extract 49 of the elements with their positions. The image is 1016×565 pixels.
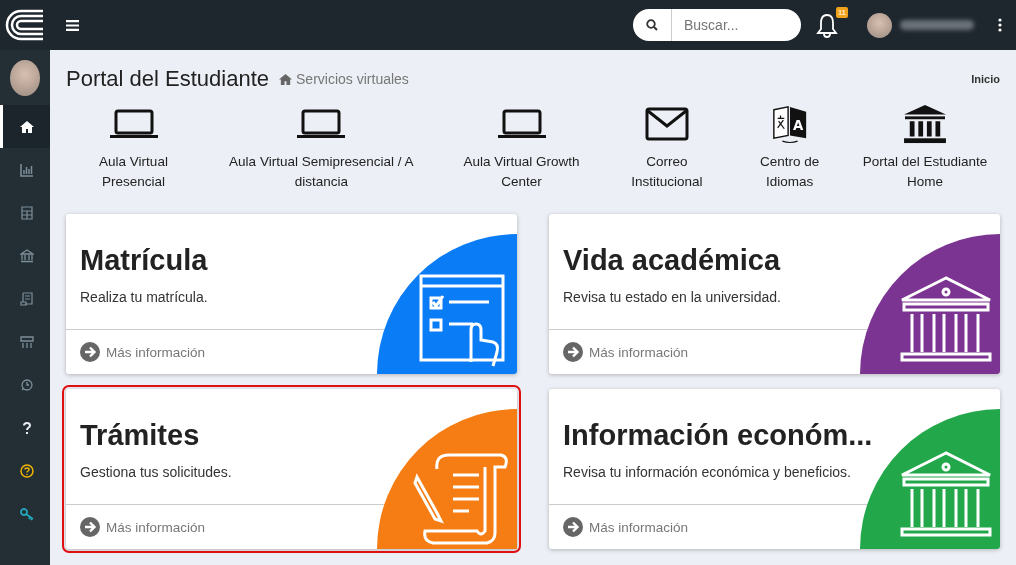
sidebar-home-item[interactable] [0,105,50,148]
user-avatar[interactable] [867,12,892,38]
card-title: Información económ... [563,419,874,452]
home-icon[interactable] [19,119,34,134]
more-info-link[interactable]: Más información [589,344,689,360]
arrow-circle-icon[interactable] [80,342,100,362]
user-avatar[interactable] [10,59,40,96]
search-field[interactable]: Buscar... [633,9,801,41]
notification-count: 11 [835,7,848,18]
help-icon[interactable] [19,463,34,478]
card-title: Matrícula [80,244,209,277]
arrow-circle-icon[interactable] [563,342,583,362]
card-title: Vida académica [563,244,782,277]
scroll-icon[interactable] [19,291,34,306]
chart-icon[interactable] [19,162,34,177]
translate-letter: A [792,117,803,133]
card-description: Realiza tu matrícula. [80,289,209,305]
card-description: Revisa tu información económica y beneficios. [563,464,852,480]
card-description: Revisa tu estado en la universidad. [563,289,782,305]
logo-icon[interactable] [5,8,45,42]
shortcut-label[interactable]: Centro de Idiomas [742,152,838,192]
bank-icon[interactable] [901,104,949,144]
shortcut-label[interactable]: Correo Institucional [614,152,720,192]
key-icon[interactable] [19,506,34,521]
more-info-link[interactable]: Más información [106,519,206,535]
arrow-circle-icon[interactable] [563,517,583,537]
breadcrumb: Servicios virtuales [296,71,409,87]
group-icon[interactable] [19,334,34,349]
shortcut-label[interactable]: Aula Virtual Semipresencial / A distancia [213,152,429,192]
card-description: Gestiona tus solicitudes. [80,464,233,480]
menu-icon[interactable] [66,19,79,31]
calendar-icon[interactable] [19,205,34,220]
shortcut-label[interactable]: Aula Virtual Growth Center [451,152,592,192]
home-icon [279,72,293,86]
search-icon[interactable] [646,19,658,31]
service-card[interactable]: Vida académica Revisa tu estado en la universidad. Más información [549,214,1000,374]
more-icon[interactable] [998,18,1002,32]
shortcut-label[interactable]: Portal del Estudiante Home [860,152,990,192]
home-link[interactable]: Inicio [971,73,1000,85]
arrow-circle-icon[interactable] [80,517,100,537]
shortcut-label[interactable]: Aula Virtual Presencial [76,152,191,192]
more-info-link[interactable]: Más información [589,519,689,535]
service-card[interactable]: Matrícula Realiza tu matrícula. Más información [66,214,517,374]
page-title: Portal del Estudiante [66,66,270,92]
more-info-link[interactable]: Más información [106,344,206,360]
card-title: Trámites [80,419,201,452]
bell-icon[interactable] [815,12,839,38]
clock-icon[interactable] [19,377,34,392]
service-card[interactable]: Información económ... Revisa tu información económica y beneficios. Más información [549,389,1000,549]
